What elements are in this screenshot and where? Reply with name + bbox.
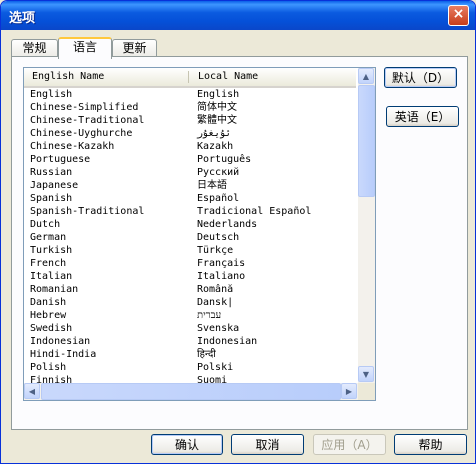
list-rows: English English Chinese-Simplified 简体中文 Chin…: [24, 88, 356, 387]
list-item[interactable]: Danish Dansk|: [24, 296, 356, 309]
english-name-cell: German: [30, 232, 67, 243]
language-list[interactable]: English Name Local Name English English Ch…: [23, 67, 376, 401]
local-name-cell: 日本語: [197, 180, 227, 191]
window-title: 选项: [9, 11, 36, 26]
ok-button[interactable]: 确认: [151, 434, 223, 455]
column-separator[interactable]: [188, 71, 189, 83]
list-item[interactable]: English English: [24, 88, 356, 101]
list-item[interactable]: Romanian Română: [24, 283, 356, 296]
list-item[interactable]: Portuguese Português: [24, 153, 356, 166]
local-name-cell: Tradicional Español: [197, 206, 312, 217]
local-name-cell: Deutsch: [197, 232, 240, 243]
scroll-left-icon[interactable]: ◀: [24, 383, 40, 399]
english-name-cell: Chinese-Traditional: [30, 115, 145, 126]
title-bar: 选项 ×: [1, 1, 475, 30]
list-item[interactable]: Chinese-Kazakh Kazakh: [24, 140, 356, 153]
list-item[interactable]: Spanish Español: [24, 192, 356, 205]
list-item[interactable]: Polish Polski: [24, 361, 356, 374]
local-name-cell: Polski: [197, 362, 234, 373]
language-panel: English Name Local Name English English Ch…: [11, 56, 468, 430]
list-item[interactable]: Chinese-Simplified 简体中文: [24, 101, 356, 114]
list-item[interactable]: Chinese-Traditional 繁體中文: [24, 114, 356, 127]
scroll-up-icon[interactable]: ▲: [358, 68, 374, 84]
list-item[interactable]: French Français: [24, 257, 356, 270]
english-name-cell: Russian: [30, 167, 73, 178]
english-name-cell: Hebrew: [30, 310, 67, 321]
local-name-cell: Svenska: [197, 323, 240, 334]
english-name-cell: Spanish: [30, 193, 73, 204]
english-name-cell: English: [30, 89, 73, 100]
tab-update[interactable]: 更新: [112, 39, 157, 57]
english-name-cell: Dutch: [30, 219, 61, 230]
english-name-cell: Japanese: [30, 180, 79, 191]
english-name-cell: Indonesian: [30, 336, 91, 347]
local-name-cell: Nederlands: [197, 219, 258, 230]
english-name-cell: Italian: [30, 271, 73, 282]
local-name-cell: עברית: [197, 310, 222, 321]
english-name-cell: Chinese-Simplified: [30, 102, 139, 113]
english-name-cell: French: [30, 258, 67, 269]
column-header-local-name[interactable]: Local Name: [198, 71, 258, 82]
local-name-cell: Português: [197, 154, 252, 165]
scroll-down-icon[interactable]: ▼: [358, 366, 374, 382]
list-item[interactable]: Russian Русский: [24, 166, 356, 179]
tab-language[interactable]: 语言: [58, 37, 112, 59]
options-dialog: 选项 × 常规 语言 更新 English Name Local Name En…: [0, 0, 476, 464]
list-item[interactable]: Italian Italiano: [24, 270, 356, 283]
local-name-cell: Türkçe: [197, 245, 234, 256]
english-name-cell: Turkish: [30, 245, 73, 256]
scroll-right-icon[interactable]: ▶: [341, 383, 357, 399]
english-name-cell: Swedish: [30, 323, 73, 334]
english-name-cell: Portuguese: [30, 154, 91, 165]
vertical-scroll-thumb[interactable]: [358, 85, 375, 197]
list-item[interactable]: Japanese 日本語: [24, 179, 356, 192]
list-item[interactable]: Dutch Nederlands: [24, 218, 356, 231]
english-name-cell: Romanian: [30, 284, 79, 295]
english-language-button[interactable]: 英语（E）: [386, 106, 459, 127]
english-name-cell: Danish: [30, 297, 67, 308]
list-item[interactable]: Chinese-Uyghurche ئۇيغۇر: [24, 127, 356, 140]
english-name-cell: Polish: [30, 362, 67, 373]
default-language-button[interactable]: 默认（D）: [384, 67, 457, 88]
list-item[interactable]: Spanish-Traditional Tradicional Español: [24, 205, 356, 218]
list-header: English Name Local Name: [24, 68, 356, 88]
english-name-cell: Chinese-Kazakh: [30, 141, 115, 152]
english-name-cell: Chinese-Uyghurche: [30, 128, 133, 139]
local-name-cell: Русский: [197, 167, 240, 178]
tab-general[interactable]: 常规: [11, 39, 58, 57]
apply-button[interactable]: 应用（A）: [313, 434, 386, 455]
vertical-scrollbar[interactable]: ▲ ▼: [358, 68, 375, 383]
local-name-cell: Dansk|: [197, 297, 234, 308]
column-header-english-name[interactable]: English Name: [32, 71, 104, 82]
local-name-cell: Română: [197, 284, 234, 295]
horizontal-scrollbar[interactable]: ◀ ▶: [24, 383, 358, 400]
local-name-cell: Español: [197, 193, 240, 204]
local-name-cell: Kazakh: [197, 141, 234, 152]
list-item[interactable]: Hindi-India हिन्दी: [24, 348, 356, 361]
horizontal-scroll-thumb[interactable]: [41, 383, 341, 400]
cancel-button[interactable]: 取消: [231, 434, 304, 455]
local-name-cell: हिन्दी: [197, 349, 216, 360]
local-name-cell: 简体中文: [197, 102, 237, 113]
list-item[interactable]: German Deutsch: [24, 231, 356, 244]
list-item[interactable]: Swedish Svenska: [24, 322, 356, 335]
list-item[interactable]: Hebrew עברית: [24, 309, 356, 322]
scrollbar-corner: [358, 383, 375, 400]
local-name-cell: Indonesian: [197, 336, 258, 347]
english-name-cell: Hindi-India: [30, 349, 97, 360]
list-item[interactable]: Indonesian Indonesian: [24, 335, 356, 348]
close-icon[interactable]: ×: [448, 5, 469, 26]
local-name-cell: Italiano: [197, 271, 246, 282]
local-name-cell: English: [197, 89, 240, 100]
help-button[interactable]: 帮助: [394, 434, 467, 455]
local-name-cell: ئۇيغۇر: [197, 128, 232, 139]
english-name-cell: Spanish-Traditional: [30, 206, 145, 217]
list-item[interactable]: Turkish Türkçe: [24, 244, 356, 257]
local-name-cell: Français: [197, 258, 246, 269]
local-name-cell: 繁體中文: [197, 115, 237, 126]
